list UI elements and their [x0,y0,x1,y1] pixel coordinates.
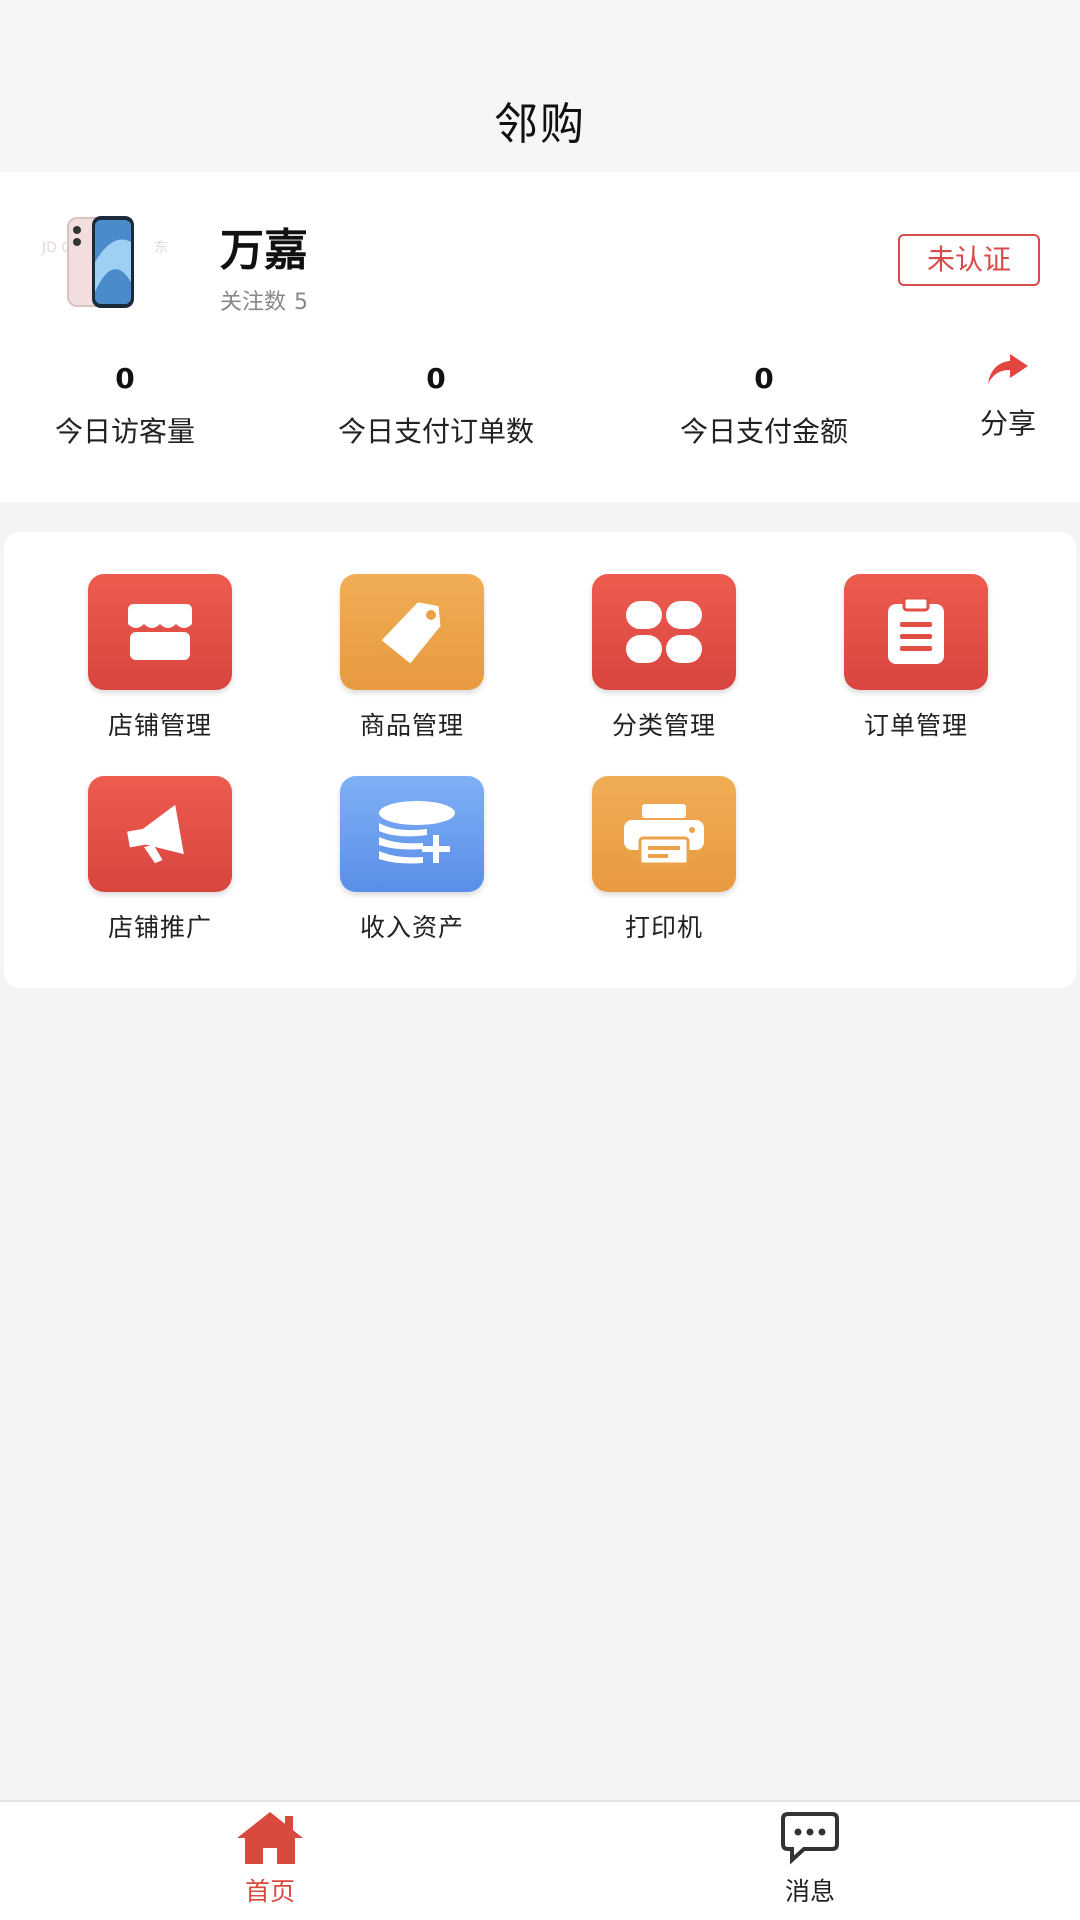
store-name: 万嘉 [220,225,308,276]
store-icon [88,574,232,690]
share-arrow-icon [988,354,1028,384]
store-profile-card: JD C 东 万嘉 关注数 5 未认证 0 今日访客量 0 今日支付订单数 0 今… [0,172,1080,502]
tab-home[interactable]: 首页 [170,1810,370,1908]
tab-messages-label: 消息 [784,1877,835,1906]
phone-product-image: JD C 东 [40,212,190,312]
home-icon [237,1812,303,1864]
tag-icon [340,574,484,690]
megaphone-icon [88,776,232,892]
printer-icon [592,776,736,892]
menu-income-assets[interactable]: 收入资产 [312,776,512,944]
menu-store-management[interactable]: 店铺管理 [60,574,260,742]
menu-order-management-label: 订单管理 [863,711,968,740]
share-label: 分享 [979,407,1036,440]
stat-paid-amount: 0 今日支付金额 [644,362,884,450]
followers-count: 关注数 5 [220,284,316,316]
menu-income-assets-label: 收入资产 [359,913,464,942]
menu-order-management[interactable]: 订单管理 [816,574,1016,742]
svg-text:JD C: JD C [41,240,71,256]
page-title: 邻购 [494,99,586,150]
menu-store-management-label: 店铺管理 [107,711,212,740]
top-navbar: 邻购 [0,0,1080,172]
menu-category-management-label: 分类管理 [611,711,716,740]
stat-visitors: 0 今日访客量 [25,362,225,450]
bottom-tab-bar: 首页 消息 [0,1800,1080,1920]
tab-messages[interactable]: 消息 [710,1810,910,1908]
tab-home-label: 首页 [244,1877,295,1906]
stat-paid-orders: 0 今日支付订单数 [296,362,576,450]
message-icon [781,1812,839,1865]
stat-paid-amount-label: 今日支付金额 [679,415,848,448]
store-logo[interactable]: JD C 东 [40,212,190,312]
coins-plus-icon [340,776,484,892]
menu-product-management-label: 商品管理 [359,711,464,740]
function-menu-card: 店铺管理 商品管理 分类管理 订单管理 店铺推广 收入资产 打印机 [4,532,1076,988]
menu-printer-label: 打印机 [624,913,703,942]
stat-paid-orders-value: 0 [426,362,446,395]
stat-paid-orders-label: 今日支付订单数 [337,415,534,448]
menu-product-management[interactable]: 商品管理 [312,574,512,742]
menu-store-promotion[interactable]: 店铺推广 [60,776,260,944]
stat-visitors-label: 今日访客量 [54,415,195,448]
menu-category-management[interactable]: 分类管理 [564,574,764,742]
share-button[interactable]: 分享 [958,350,1058,442]
menu-store-promotion-label: 店铺推广 [107,913,212,942]
followers-label: 关注数 [220,290,287,315]
category-grid-icon [592,574,736,690]
stat-visitors-value: 0 [115,362,135,395]
stat-paid-amount-value: 0 [754,362,774,395]
followers-value: 5 [294,290,309,315]
certification-badge[interactable]: 未认证 [898,234,1040,286]
menu-printer[interactable]: 打印机 [564,776,764,944]
clipboard-icon [844,574,988,690]
svg-text:东: 东 [154,240,168,256]
